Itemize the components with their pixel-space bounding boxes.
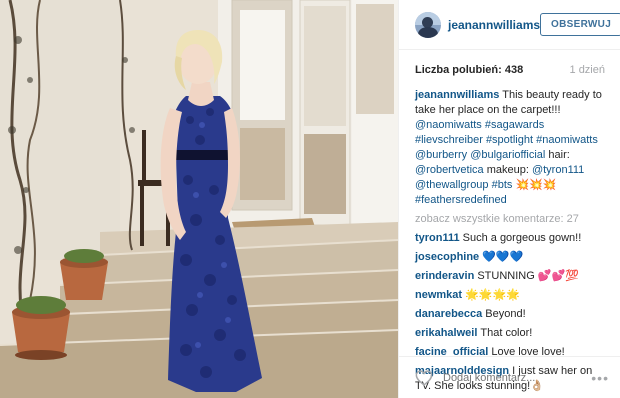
caption-link[interactable]: @tyron111 <box>532 164 584 176</box>
comments-list: jeanannwilliams This beauty ready to tak… <box>415 88 609 398</box>
comment-item: erinderavin STUNNING 💕💕💯 <box>415 269 609 284</box>
caption-link[interactable]: @thewallgroup <box>415 179 489 191</box>
comment-item: tyron111 Such a gorgeous gown!! <box>415 231 609 246</box>
post-caption: jeanannwilliams This beauty ready to tak… <box>415 88 609 208</box>
add-comment-input[interactable] <box>443 371 592 384</box>
comment-text: That color! <box>480 327 533 339</box>
comment-item: erikahalweil That color! <box>415 326 609 341</box>
comment-username[interactable]: erikahalweil <box>415 327 477 339</box>
post-header: jeanannwilliams OBSERWUJ <box>399 0 620 50</box>
caption-username[interactable]: jeanannwilliams <box>415 89 499 101</box>
comment-text: STUNNING 💕💕💯 <box>477 270 579 282</box>
comment-text: Such a gorgeous gown!! <box>462 232 582 244</box>
caption-link[interactable]: #sagawards <box>485 119 544 131</box>
caption-link[interactable]: #lievschreiber <box>415 134 483 146</box>
post-time[interactable]: 1 dzień <box>570 64 605 76</box>
caption-link[interactable]: #feathersredefined <box>415 194 507 206</box>
caption-link[interactable]: @bulgariofficial <box>470 149 545 161</box>
comment-username[interactable]: newmkat <box>415 289 462 301</box>
caption-link[interactable]: @burberry <box>415 149 467 161</box>
caption-text: 💥💥💥 <box>512 179 557 191</box>
more-options-icon[interactable]: ••• <box>591 370 609 386</box>
caption-link[interactable]: @naomiwatts <box>415 119 482 131</box>
caption-link[interactable]: @robertvetica <box>415 164 484 176</box>
comment-username[interactable]: danarebecca <box>415 308 482 320</box>
comment-text: 🌟🌟🌟🌟 <box>465 289 520 301</box>
comment-item: danarebecca Beyond! <box>415 307 609 322</box>
post-footer: ••• <box>399 356 620 398</box>
author-username[interactable]: jeanannwilliams <box>448 18 540 32</box>
follow-button[interactable]: OBSERWUJ <box>540 13 620 36</box>
caption-text: makeup: <box>483 164 532 176</box>
comment-text: 💙💙💙 <box>482 251 524 263</box>
comment-item: newmkat 🌟🌟🌟🌟 <box>415 288 609 303</box>
comment-username[interactable]: tyron111 <box>415 232 460 244</box>
comment-text: Beyond! <box>485 308 526 320</box>
heart-outline-icon[interactable] <box>415 369 433 386</box>
post-sidebar: jeanannwilliams OBSERWUJ Liczba polubień… <box>398 0 620 398</box>
likes-count[interactable]: Liczba polubień: 438 <box>415 64 523 76</box>
caption-link[interactable]: #naomiwatts <box>536 134 598 146</box>
comment-item: josecophine 💙💙💙 <box>415 250 609 265</box>
comment-username[interactable]: erinderavin <box>415 270 474 282</box>
view-all-comments-link[interactable]: zobacz wszystkie komentarze: 27 <box>415 212 609 227</box>
caption-text: hair: <box>545 149 570 161</box>
caption-link[interactable]: #bts <box>492 179 513 191</box>
post-photo[interactable] <box>0 0 398 398</box>
post-meta: Liczba polubień: 438 1 dzień <box>415 64 605 76</box>
photo-scene <box>0 0 398 398</box>
avatar[interactable] <box>415 11 441 38</box>
comment-username[interactable]: josecophine <box>415 251 479 263</box>
caption-link[interactable]: #spotlight <box>486 134 533 146</box>
